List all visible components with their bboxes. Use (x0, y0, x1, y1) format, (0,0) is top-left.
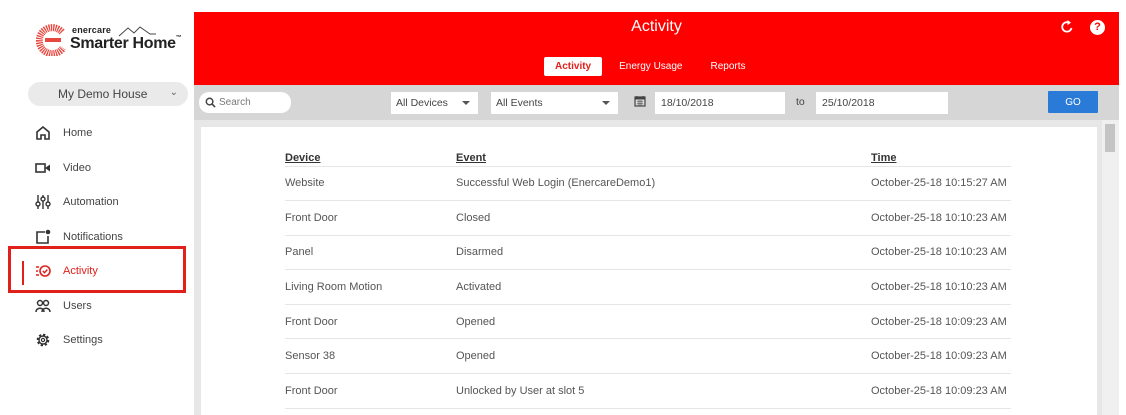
notification-icon (34, 228, 52, 246)
table-header-row: Device Event Time (285, 144, 1011, 167)
caret-down-icon (462, 101, 470, 105)
device-filter-select[interactable]: All Devices (391, 92, 478, 114)
tab-reports[interactable]: Reports (700, 57, 757, 76)
to-date-input[interactable]: 25/10/2018 (816, 92, 948, 114)
sidebar-item-label: Activity (63, 265, 98, 278)
cell-event: Opened (456, 338, 871, 375)
sidebar-item-label: Video (63, 161, 91, 174)
page-title: Activity (631, 18, 682, 35)
enercare-logo-icon (36, 24, 66, 56)
activity-icon (34, 262, 52, 280)
activity-panel: Device Event Time Website Successful Web… (201, 127, 1097, 415)
video-camera-icon (34, 159, 52, 177)
sidebar-item-label: Home (63, 127, 93, 140)
cell-time: October-25-18 10:09:23 AM (871, 338, 1011, 375)
sidebar-item-activity[interactable]: Activity (0, 254, 194, 289)
sidebar-item-home[interactable]: Home (0, 116, 194, 151)
table-row: Front Door Opened October-25-18 10:09:23… (285, 304, 1011, 340)
table-row: Sensor 38 Opened October-25-18 10:09:23 … (285, 338, 1011, 375)
home-icon (34, 124, 52, 142)
cell-time: October-25-18 10:10:23 AM (871, 235, 1011, 271)
filter-bar: Search All Devices All Events 18/10/2018… (194, 85, 1119, 120)
sidebar-item-users[interactable]: Users (0, 289, 194, 324)
top-header: Activity ? Activity Energy Usage Reports (194, 12, 1119, 85)
cell-time: October-25-18 10:09:23 AM (871, 304, 1011, 340)
cell-device: Website (285, 166, 456, 202)
brand-logo[interactable]: enercare Smarter Home™ (36, 22, 186, 58)
help-icon[interactable]: ? (1090, 20, 1105, 35)
event-filter-select[interactable]: All Events (491, 92, 618, 114)
active-indicator (22, 261, 24, 285)
column-header-device[interactable]: Device (285, 144, 456, 167)
table-row: Panel Disarmed October-25-18 10:10:23 AM (285, 235, 1011, 271)
cell-device: Front Door (285, 304, 456, 340)
house-selector-label: My Demo House (58, 87, 148, 101)
tab-energy-usage[interactable]: Energy Usage (608, 57, 693, 76)
brand-big-text: Smarter Home™ (70, 35, 182, 52)
header-tabs: Activity Energy Usage Reports (544, 57, 763, 76)
cell-time: October-25-18 10:15:27 AM (871, 166, 1011, 202)
cell-event: Closed (456, 200, 871, 236)
table-row: Website Successful Web Login (EnercareDe… (285, 166, 1011, 202)
sidebar-item-automation[interactable]: Automation (0, 185, 194, 220)
sidebar-item-settings[interactable]: Settings (0, 323, 194, 358)
activity-content: Device Event Time Website Successful Web… (194, 120, 1119, 415)
search-input[interactable]: Search (199, 92, 291, 113)
users-icon (34, 297, 52, 315)
refresh-icon[interactable] (1059, 19, 1075, 35)
device-filter-value: All Devices (396, 97, 448, 109)
sidebar-item-label: Users (63, 299, 92, 312)
sidebar-item-label: Automation (63, 196, 119, 209)
calendar-icon[interactable] (634, 95, 646, 107)
sliders-icon (34, 193, 52, 211)
sidebar-item-notifications[interactable]: Notifications (0, 220, 194, 255)
sidebar-item-label: Notifications (63, 230, 123, 243)
table-row: Front Door Closed October-25-18 10:10:23… (285, 200, 1011, 236)
table-row: Front Door Unlocked by User at slot 5 Oc… (285, 373, 1011, 409)
cell-time: October-25-18 10:09:23 AM (871, 373, 1011, 409)
cell-event: Unlocked by User at slot 5 (456, 373, 871, 409)
brand-small-text: enercare (72, 25, 112, 35)
cell-event: Activated (456, 269, 871, 305)
scrollbar-thumb[interactable] (1105, 124, 1115, 152)
cell-time: October-25-18 10:10:23 AM (871, 200, 1011, 236)
column-header-event[interactable]: Event (456, 144, 871, 167)
cell-event: Successful Web Login (EnercareDemo1) (456, 166, 871, 202)
cell-event: Disarmed (456, 235, 871, 271)
sidebar-nav: Home Video Automation Notifications Acti… (0, 116, 194, 358)
caret-down-icon (602, 101, 610, 105)
sidebar: enercare Smarter Home™ My Demo House ⌄ H… (0, 0, 194, 415)
app-root: enercare Smarter Home™ My Demo House ⌄ H… (0, 0, 1126, 415)
table-row: Living Room Motion Activated October-25-… (285, 269, 1011, 305)
chevron-down-icon: ⌄ (169, 87, 178, 98)
cell-device: Panel (285, 235, 456, 271)
tab-activity[interactable]: Activity (544, 57, 603, 76)
house-selector[interactable]: My Demo House ⌄ (28, 82, 188, 106)
date-range-separator: to (796, 96, 805, 108)
cell-time: October-25-18 10:10:23 AM (871, 269, 1011, 305)
event-filter-value: All Events (496, 97, 543, 109)
cell-device: Living Room Motion (285, 269, 456, 305)
go-button[interactable]: GO (1048, 91, 1098, 113)
column-header-time[interactable]: Time (871, 144, 1011, 167)
gear-icon (34, 331, 52, 349)
cell-event: Opened (456, 304, 871, 340)
sidebar-item-video[interactable]: Video (0, 151, 194, 186)
activity-table: Device Event Time Website Successful Web… (285, 144, 1011, 409)
search-icon (205, 97, 216, 108)
search-placeholder: Search (219, 97, 251, 108)
cell-device: Sensor 38 (285, 338, 456, 375)
vertical-scrollbar[interactable] (1102, 120, 1119, 415)
cell-device: Front Door (285, 373, 456, 409)
sidebar-item-label: Settings (63, 334, 103, 347)
cell-device: Front Door (285, 200, 456, 236)
from-date-input[interactable]: 18/10/2018 (655, 92, 785, 114)
